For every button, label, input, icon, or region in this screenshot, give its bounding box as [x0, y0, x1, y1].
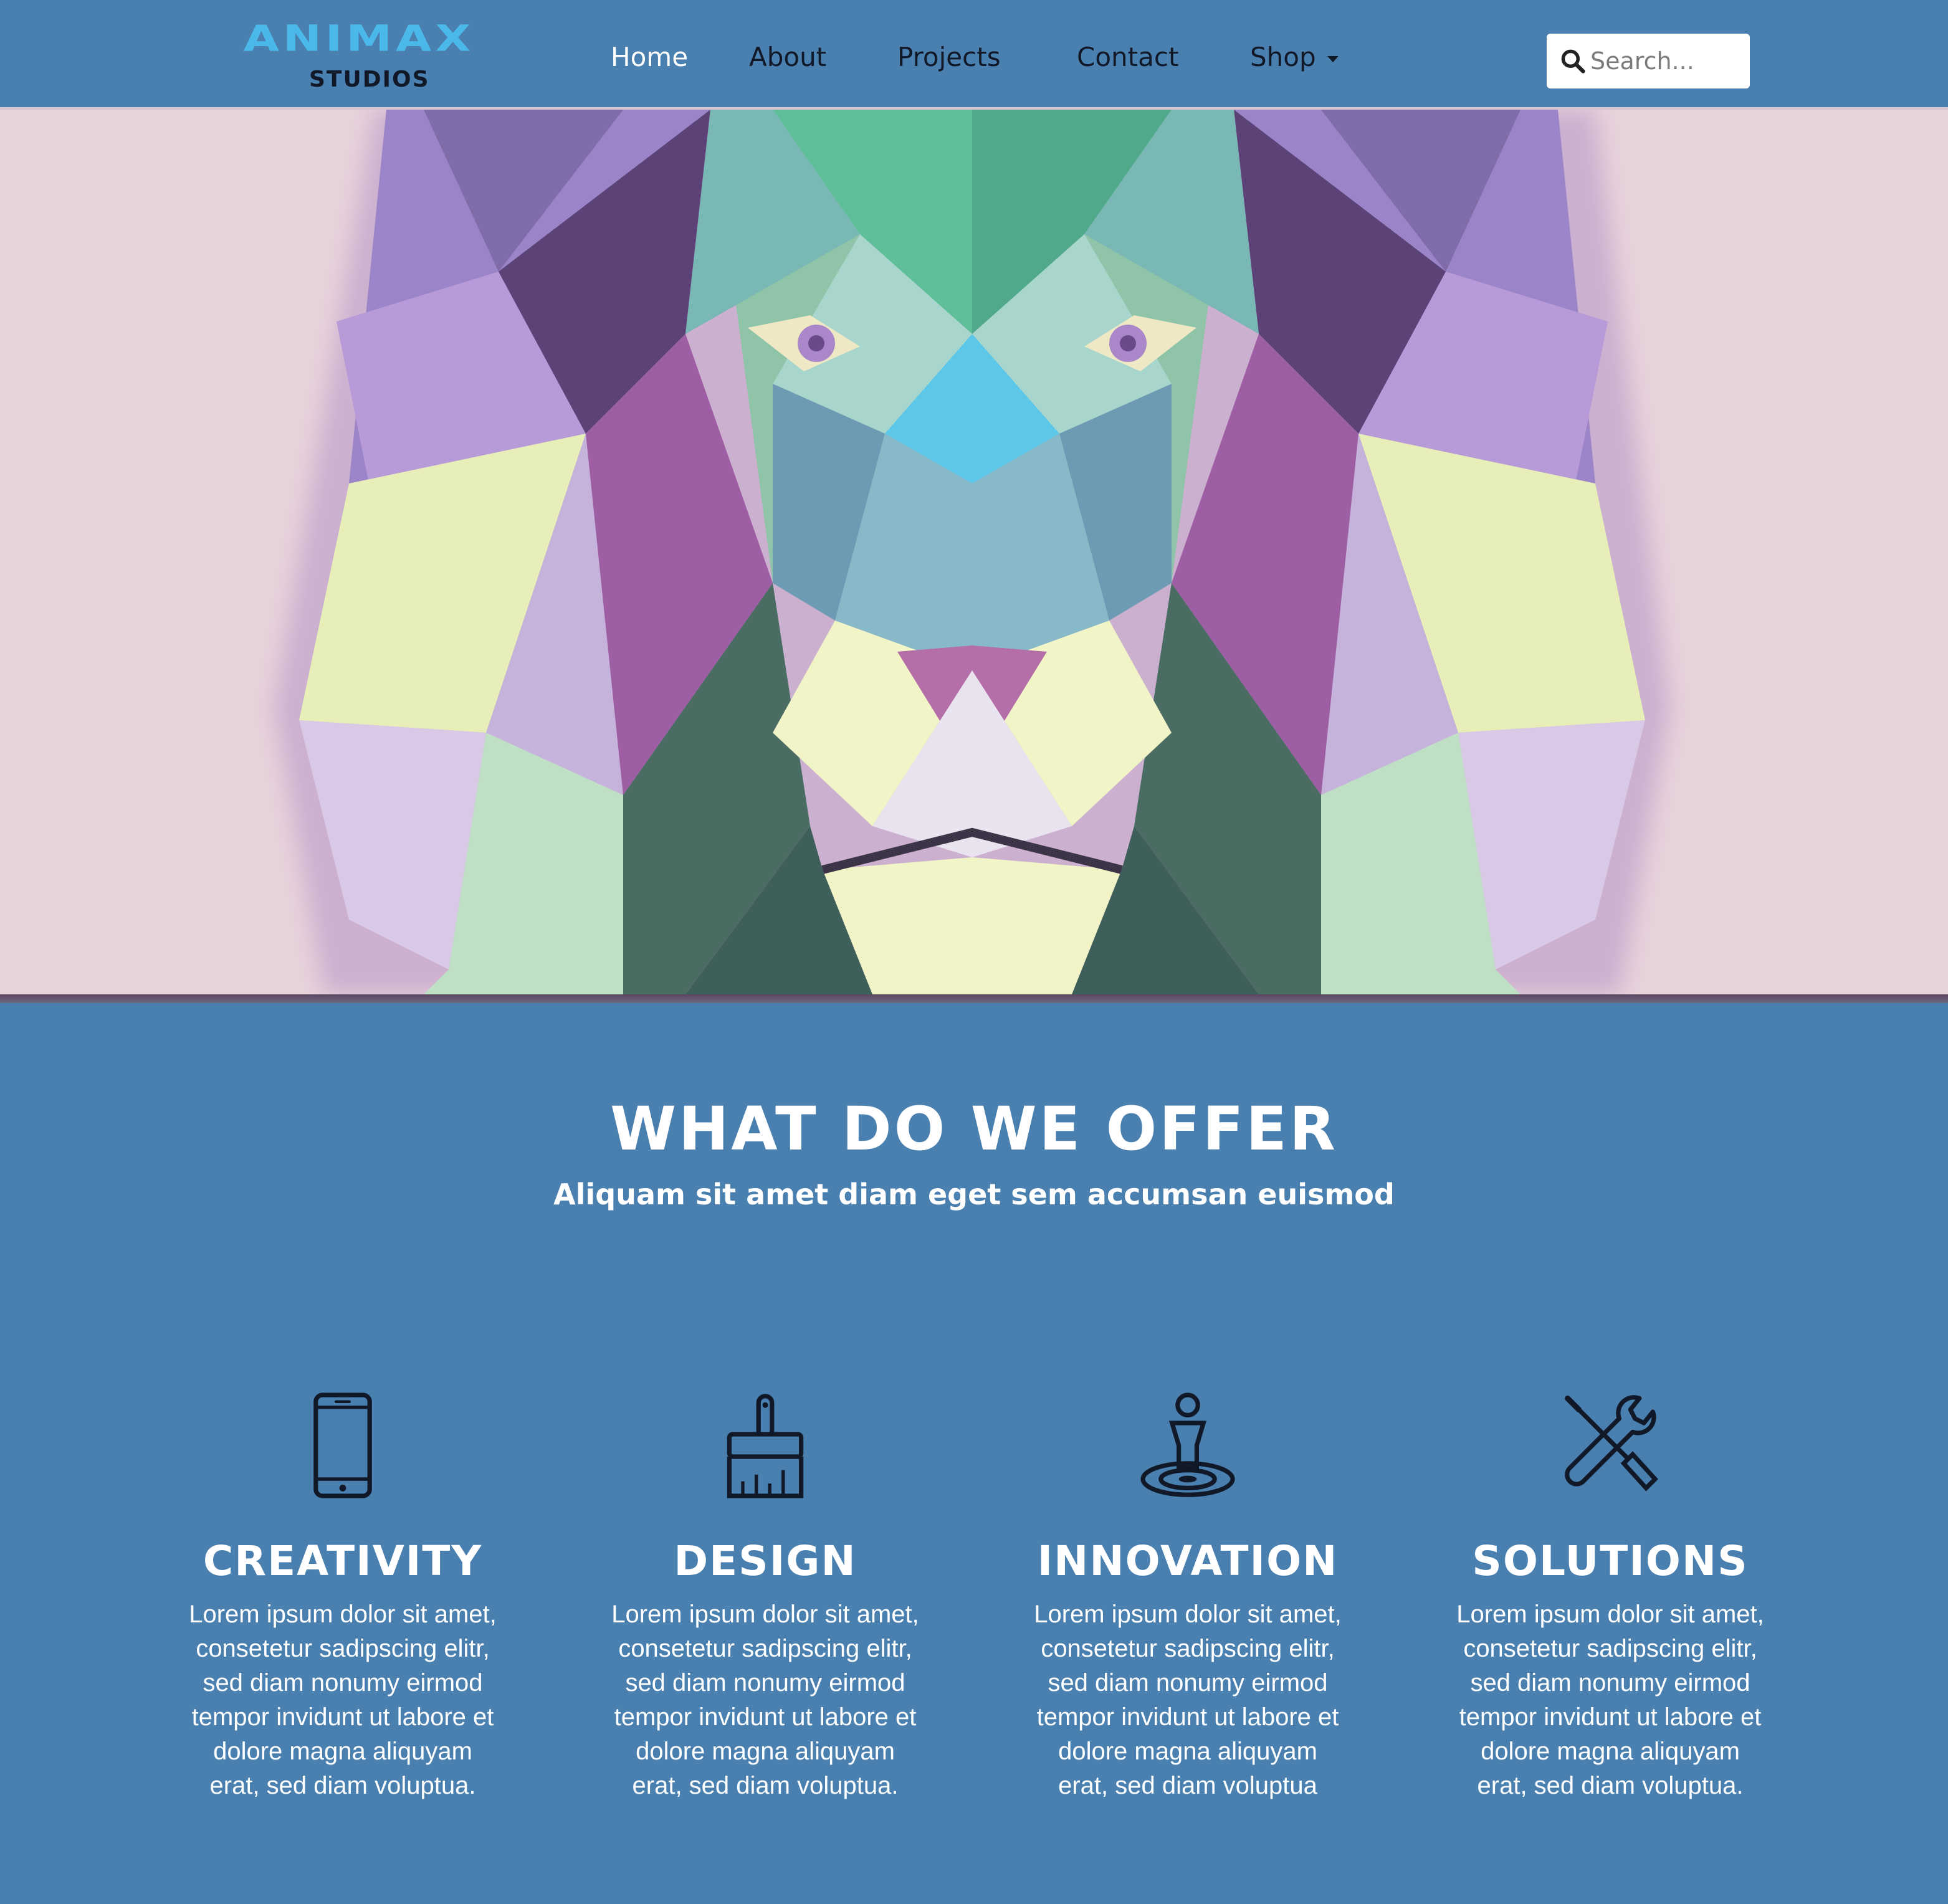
- feature-title: DESIGN: [674, 1537, 857, 1585]
- brand-logo[interactable]: ANIMAX STUDIOS: [222, 19, 496, 100]
- nav-home-label: Home: [611, 42, 689, 72]
- section-subtitle: Aliquam sit amet diam eget sem accumsan …: [553, 1178, 1395, 1211]
- nav-shop-dropdown[interactable]: Shop: [1250, 39, 1339, 76]
- search-icon: [1561, 49, 1585, 74]
- feature-solutions: SOLUTIONS Lorem ipsum dolor sit amet, co…: [1436, 1389, 1785, 1803]
- feature-text: Lorem ipsum dolor sit amet, consetetur s…: [611, 1601, 919, 1799]
- feature-design: DESIGN Lorem ipsum dolor sit amet, conse…: [591, 1389, 940, 1803]
- nav-shop-label: Shop: [1250, 42, 1316, 72]
- logo-wordmark: ANIMAX: [243, 17, 475, 60]
- nav-contact[interactable]: Contact: [1077, 39, 1178, 76]
- caret-down-icon: [1327, 55, 1339, 62]
- hero-divider: [0, 994, 1948, 1003]
- feature-innovation: INNOVATION Lorem ipsum dolor sit amet, c…: [1013, 1389, 1362, 1803]
- nav-projects[interactable]: Projects: [897, 39, 1001, 76]
- section-title: WHAT DO WE OFFER: [610, 1094, 1338, 1164]
- nav-contact-label: Contact: [1077, 42, 1179, 72]
- feature-creativity: CREATIVITY Lorem ipsum dolor sit amet, c…: [168, 1389, 517, 1803]
- search-box[interactable]: [1547, 34, 1750, 88]
- feature-title: SOLUTIONS: [1472, 1537, 1749, 1585]
- nav-about[interactable]: About: [749, 39, 826, 76]
- lion-illustration: [274, 110, 1670, 994]
- search-input[interactable]: [1590, 42, 1740, 80]
- smartphone-icon: [313, 1392, 372, 1498]
- top-navbar: ANIMAX STUDIOS Home About Projects Conta…: [0, 0, 1948, 110]
- feature-title: INNOVATION: [1037, 1537, 1339, 1585]
- nav-about-label: About: [749, 42, 827, 72]
- paintbrush-icon: [727, 1394, 804, 1498]
- feature-text: Lorem ipsum dolor sit amet, consetetur s…: [189, 1601, 497, 1799]
- person-target-icon: [1140, 1392, 1235, 1497]
- hero-banner: [0, 110, 1948, 994]
- feature-text: Lorem ipsum dolor sit amet, consetetur s…: [1456, 1601, 1764, 1799]
- feature-text: Lorem ipsum dolor sit amet, consetetur s…: [1034, 1601, 1342, 1799]
- logo-subtitle: STUDIOS: [309, 67, 430, 92]
- feature-title: CREATIVITY: [203, 1537, 483, 1585]
- nav-projects-label: Projects: [897, 42, 1001, 72]
- nav-home[interactable]: Home: [611, 39, 688, 76]
- tools-icon: [1565, 1395, 1658, 1492]
